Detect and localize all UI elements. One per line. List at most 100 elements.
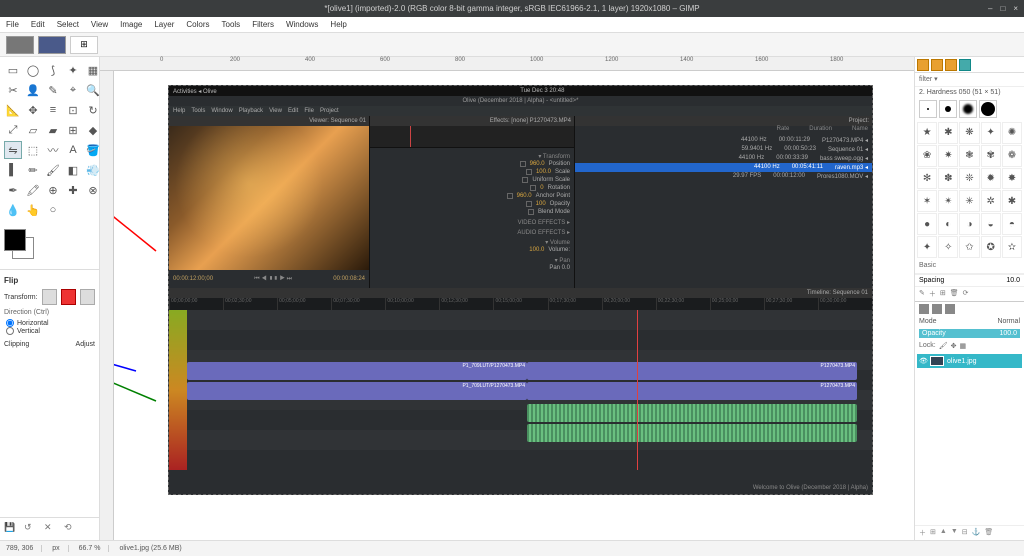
refresh-brush-icon[interactable]: ⟳ [963,289,969,299]
brush-filter-dropdown[interactable]: filter ▾ [915,73,1024,87]
menu-colors[interactable]: Colors [186,20,209,29]
tool-scale-icon[interactable]: ⤢ [4,121,22,139]
menu-edit[interactable]: Edit [31,20,45,29]
direction-horizontal-radio[interactable]: Horizontal [6,319,95,327]
fg-color-swatch[interactable] [4,229,26,251]
menu-image[interactable]: Image [120,20,142,29]
brush-spacing-row[interactable]: Spacing 10.0 [915,274,1024,286]
save-preset-icon[interactable]: 💾 [4,522,18,536]
menu-windows[interactable]: Windows [286,20,318,29]
channels-tab-icon[interactable] [932,304,942,314]
tool-scissors-icon[interactable]: ✂ [4,81,22,99]
lock-alpha-icon[interactable]: ▦ [960,342,967,350]
dock-tab-fonts-icon[interactable] [945,59,957,71]
image-tab-config-icon[interactable]: ⊞ [70,36,98,54]
brush-preview-icon[interactable] [979,100,997,118]
tool-free-select-icon[interactable]: ⟆ [44,61,62,79]
tool-text-icon[interactable]: A [64,141,82,159]
opacity-slider[interactable]: Opacity 100.0 [919,329,1020,338]
menu-layer[interactable]: Layer [154,20,174,29]
tool-eraser-icon[interactable]: ◧ [64,161,82,179]
dup-layer-icon[interactable]: ⊟ [962,528,968,538]
tool-move-icon[interactable]: ✥ [24,101,42,119]
tool-clone-icon[interactable]: ⊕ [44,181,62,199]
anchor-layer-icon[interactable]: ⚓ [972,528,981,538]
lock-position-icon[interactable]: ✥ [951,342,957,350]
dock-tab-brushes-icon[interactable] [917,59,929,71]
brushes-grid[interactable]: ★✱❋✦✺ ❀✷❃✾❁ ✻✽❊✹✸ ✶✴✳✲✱ ●◐◑◒◓ ✦✧✩✪✫ [915,120,1024,260]
new-brush-icon[interactable]: ＋ [929,289,936,299]
radio-horizontal-input[interactable] [6,319,14,327]
window-maximize-button[interactable]: □ [1000,4,1005,13]
blend-mode-row[interactable]: Mode Normal [915,316,1024,327]
zoom-level[interactable]: 66.7 % [79,545,110,552]
tool-ink-icon[interactable]: ✒ [4,181,22,199]
direction-vertical-radio[interactable]: Vertical [6,327,95,335]
tool-paths-icon[interactable]: ✎ [44,81,62,99]
dock-tab-history-icon[interactable] [959,59,971,71]
layer-name[interactable]: olive1.jpg [947,358,977,365]
layer-list[interactable]: 👁 olive1.jpg [915,352,1024,525]
layers-tab-icon[interactable] [919,304,929,314]
tool-color-picker-icon[interactable]: ⌖ [64,81,82,99]
layer-row[interactable]: 👁 olive1.jpg [917,354,1022,368]
paths-tab-icon[interactable] [945,304,955,314]
dup-brush-icon[interactable]: ⊞ [940,289,946,299]
menu-filters[interactable]: Filters [252,20,274,29]
tool-pencil-icon[interactable]: ✏ [24,161,42,179]
tool-dodge-icon[interactable]: ○ [44,201,62,219]
restore-preset-icon[interactable]: ↺ [24,522,38,536]
tool-cage-icon[interactable]: ⬚ [24,141,42,159]
dock-tab-patterns-icon[interactable] [931,59,943,71]
tool-shear-icon[interactable]: ▱ [24,121,42,139]
delete-preset-icon[interactable]: ✕ [44,522,58,536]
tool-align-icon[interactable]: ≡ [44,101,62,119]
tool-warp-icon[interactable]: 〰 [44,141,62,159]
del-layer-icon[interactable]: 🗑 [984,528,993,538]
tool-fuzzy-select-icon[interactable]: ✦ [64,61,82,79]
canvas[interactable]: Activities ◂ Olive Tue Dec 3 20:48 Olive… [114,71,914,540]
lock-pixels-icon[interactable]: 🖌 [939,342,948,350]
unit-selector[interactable]: px [52,545,68,552]
window-minimize-button[interactable]: – [988,4,992,13]
menu-view[interactable]: View [91,20,108,29]
tool-smudge-icon[interactable]: 👆 [24,201,42,219]
tool-ellipse-select-icon[interactable]: ◯ [24,61,42,79]
transform-target-layer-icon[interactable] [42,289,57,305]
brush-group-dropdown[interactable]: Basic [915,260,1024,274]
menu-tools[interactable]: Tools [222,20,241,29]
tool-flip-icon[interactable]: ⇋ [4,141,22,159]
layer-visibility-icon[interactable]: 👁 [919,357,927,365]
new-layer-icon[interactable]: ＋ [919,528,926,538]
transform-target-path-icon[interactable] [80,289,95,305]
menu-select[interactable]: Select [57,20,79,29]
clipping-value[interactable]: Adjust [76,341,95,348]
image-tab-2[interactable] [38,36,66,54]
radio-vertical-input[interactable] [6,327,14,335]
brush-preview-icon[interactable] [939,100,957,118]
tool-gradient-icon[interactable]: ▌ [4,161,22,179]
lower-layer-icon[interactable]: ▼ [951,528,958,538]
image-tab-1[interactable] [6,36,34,54]
brush-preview-icon[interactable] [919,100,937,118]
tool-measure-icon[interactable]: 📐 [4,101,22,119]
menu-file[interactable]: File [6,20,19,29]
tool-crop-icon[interactable]: ⊡ [64,101,82,119]
reset-preset-icon[interactable]: ⟲ [64,522,78,536]
brush-preview-icon[interactable] [959,100,977,118]
tool-mypaint-icon[interactable]: 🖍 [24,181,42,199]
tool-rect-select-icon[interactable]: ▭ [4,61,22,79]
color-swatches[interactable] [0,223,99,269]
del-brush-icon[interactable]: 🗑 [950,289,959,299]
tool-heal-icon[interactable]: ✚ [64,181,82,199]
transform-target-selection-icon[interactable] [61,289,76,305]
raise-layer-icon[interactable]: ▲ [940,528,947,538]
tool-perspective-icon[interactable]: ▰ [44,121,62,139]
tool-unified-transform-icon[interactable]: ⊞ [64,121,82,139]
tool-foreground-icon[interactable]: 👤 [24,81,42,99]
tool-blur-icon[interactable]: 💧 [4,201,22,219]
edit-brush-icon[interactable]: ✎ [919,289,925,299]
tool-paintbrush-icon[interactable]: 🖌 [44,161,62,179]
menu-help[interactable]: Help [330,20,346,29]
window-close-button[interactable]: × [1013,4,1018,13]
